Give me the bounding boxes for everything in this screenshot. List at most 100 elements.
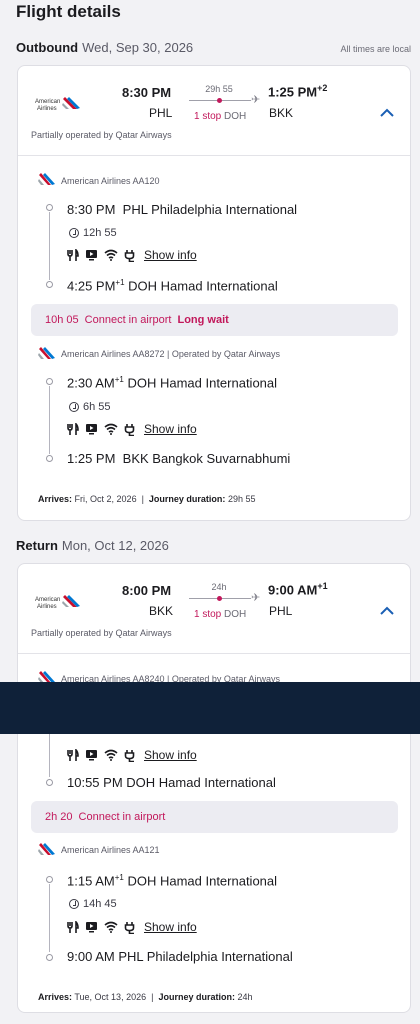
segment-departure: 1:15 AM+1 DOH Hamad International xyxy=(67,873,277,888)
arrival-airport: PHL Philadelphia International xyxy=(118,949,293,964)
return-arrive-offset: +1 xyxy=(317,581,328,591)
outbound-to: BKK xyxy=(269,106,294,120)
return-to: PHL xyxy=(269,604,293,618)
chevron-up-icon[interactable] xyxy=(379,604,395,616)
amenities-row: Show info xyxy=(67,920,197,934)
timeline-line xyxy=(49,884,50,952)
outbound-segment-2: American Airlines AA8272 | Operated by Q… xyxy=(18,338,410,488)
entertainment-icon xyxy=(86,424,97,435)
journey-label: Journey duration: xyxy=(148,494,226,504)
departure-node xyxy=(46,204,53,211)
segment-flight-time: 14h 45 xyxy=(69,898,117,910)
segment-departure: 8:30 PM PHL Philadelphia International xyxy=(67,202,297,217)
return-stops: 1 stop DOH xyxy=(194,609,246,620)
outbound-segment-1: American Airlines AA120 8:30 PM PHL Phil… xyxy=(18,157,410,307)
segment-airline: American Airlines AA120 xyxy=(61,176,160,186)
entertainment-icon xyxy=(86,922,97,933)
return-from: BKK xyxy=(149,604,174,618)
departure-time: 8:30 PM xyxy=(67,202,116,217)
clock-icon xyxy=(69,402,79,412)
return-stop-via: DOH xyxy=(224,609,247,620)
meal-icon xyxy=(67,920,79,933)
wifi-icon xyxy=(104,749,118,761)
departure-time: 1:15 AM xyxy=(67,873,115,889)
plane-icon: ✈ xyxy=(251,94,261,106)
departure-node xyxy=(46,876,53,883)
segment-airline: American Airlines AA121 xyxy=(61,845,160,855)
meal-icon xyxy=(67,422,79,435)
timeline-line xyxy=(49,212,50,280)
departure-time: 2:30 AM xyxy=(67,375,115,391)
return-label: Return xyxy=(16,538,58,553)
outbound-summary[interactable]: American Airlines 8:30 PM PHL 29h 55 ✈ 1… xyxy=(18,66,410,156)
clock-icon xyxy=(69,228,79,238)
svg-text:American: American xyxy=(35,597,60,603)
return-card: American Airlines 8:00 PM BKK 24h ✈ 1 st… xyxy=(17,563,411,1013)
american-airlines-logo: American Airlines xyxy=(34,592,82,612)
outbound-footer: Arrives: Fri, Oct 2, 2026 | Journey dura… xyxy=(38,494,256,504)
wifi-icon xyxy=(104,921,118,933)
arrival-node xyxy=(46,281,53,288)
show-info-link[interactable]: Show info xyxy=(144,920,197,934)
arrival-node xyxy=(46,954,53,961)
meal-icon xyxy=(67,748,79,761)
layover-duration: 2h 20 xyxy=(45,811,73,823)
outbound-depart-time: 8:30 PM xyxy=(122,85,172,100)
outbound-header: Outbound Wed, Sep 30, 2026 All times are… xyxy=(16,40,411,55)
outbound-card: American Airlines 8:30 PM PHL 29h 55 ✈ 1… xyxy=(17,65,411,521)
return-layover: 2h 20 Connect in airport xyxy=(31,801,398,833)
svg-text:American: American xyxy=(35,99,60,105)
return-partial-note: Partially operated by Qatar Airways xyxy=(31,628,172,638)
outbound-label: Outbound xyxy=(16,40,79,55)
amenities-row: Show info xyxy=(67,748,197,762)
segment-arrival: 1:25 PM BKK Bangkok Suvarnabhumi xyxy=(67,451,290,466)
flight-time-value: 14h 45 xyxy=(83,898,117,910)
return-arrive-time: 9:00 AM+1 xyxy=(268,581,328,597)
segment-flight-time: 6h 55 xyxy=(69,401,111,413)
outbound-arrive-offset: +2 xyxy=(317,83,328,93)
outbound-arrive-time: 1:25 PM+2 xyxy=(268,83,327,99)
american-airlines-logo: American Airlines xyxy=(34,94,82,114)
outbound-duration: 29h 55 xyxy=(205,84,233,94)
chevron-up-icon[interactable] xyxy=(379,106,395,118)
amenities-row: Show info xyxy=(67,422,197,436)
layover-duration: 10h 05 xyxy=(45,314,79,326)
segment-arrival: 10:55 PM DOH Hamad International xyxy=(67,775,276,790)
layover-long-wait: Long wait xyxy=(177,314,229,326)
power-plug-icon xyxy=(124,921,135,934)
segment-flight-time: 12h 55 xyxy=(69,227,117,239)
arrives-value: Tue, Oct 13, 2026 xyxy=(74,992,147,1002)
flight-time-value: 12h 55 xyxy=(83,227,117,239)
return-arrive-time-text: 9:00 AM xyxy=(268,582,318,598)
show-info-link[interactable]: Show info xyxy=(144,748,197,762)
return-summary[interactable]: American Airlines 8:00 PM BKK 24h ✈ 1 st… xyxy=(18,564,410,654)
segment-departure: 2:30 AM+1 DOH Hamad International xyxy=(67,375,277,390)
plane-icon: ✈ xyxy=(251,592,261,604)
outbound-stops: 1 stop DOH xyxy=(194,111,246,122)
outbound-from: PHL xyxy=(149,106,173,120)
arrival-offset: +1 xyxy=(115,278,125,287)
wifi-icon xyxy=(104,423,118,435)
arrival-time: 9:00 AM xyxy=(67,949,115,964)
outbound-layover: 10h 05 Connect in airport Long wait xyxy=(31,304,398,336)
departure-airport: DOH Hamad International xyxy=(127,375,278,391)
segment-airline: American Airlines AA8272 | Operated by Q… xyxy=(61,349,280,359)
journey-value: 24h xyxy=(237,992,253,1002)
times-note: All times are local xyxy=(340,44,411,54)
outbound-date: Wed, Sep 30, 2026 xyxy=(82,40,194,55)
airline-mini-logo-icon xyxy=(38,843,55,855)
return-stops-count: 1 stop xyxy=(194,609,222,620)
power-plug-icon xyxy=(124,423,135,436)
outbound-stops-count: 1 stop xyxy=(194,111,222,122)
arrival-node xyxy=(46,455,53,462)
airline-mini-logo-icon xyxy=(38,347,55,359)
departure-node xyxy=(46,378,53,385)
return-footer: Arrives: Tue, Oct 13, 2026 | Journey dur… xyxy=(38,992,253,1002)
show-info-link[interactable]: Show info xyxy=(144,422,197,436)
show-info-link[interactable]: Show info xyxy=(144,248,197,262)
entertainment-icon xyxy=(86,250,97,261)
return-duration: 24h xyxy=(211,582,227,592)
page-title: Flight details xyxy=(16,2,121,21)
journey-label: Journey duration: xyxy=(158,992,235,1002)
wifi-icon xyxy=(104,249,118,261)
